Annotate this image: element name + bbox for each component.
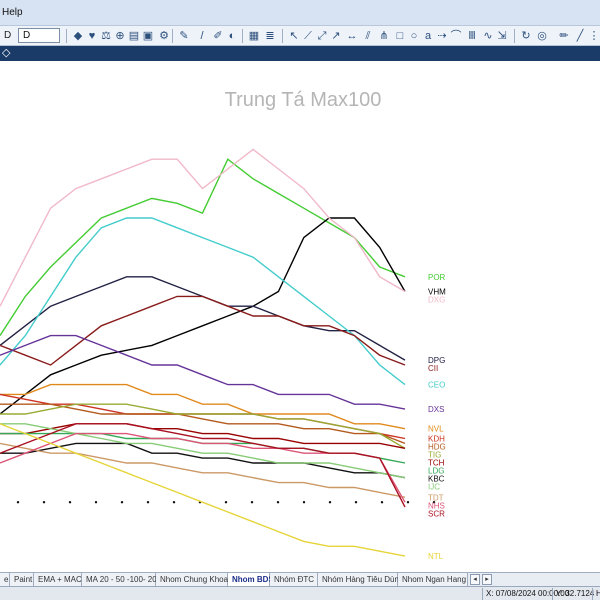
extended-line-icon[interactable]: ↗ — [330, 30, 342, 42]
refresh-icon[interactable]: ↻ — [520, 30, 532, 42]
target-icon[interactable]: ◎ — [536, 30, 548, 42]
ray-icon[interactable]: ⤢ — [316, 30, 328, 42]
series-label-ntl: NTL — [428, 552, 444, 561]
ellipse-icon[interactable]: ○ — [408, 30, 420, 42]
tab-scroll-left-icon[interactable]: ◂ — [470, 574, 480, 585]
magnet-icon[interactable]: ◐ — [226, 30, 238, 42]
toolbar-separator — [514, 29, 515, 43]
tab-nh-m-tc[interactable]: Nhóm ĐTC — [270, 573, 318, 586]
dot-marker — [94, 501, 98, 504]
menubar: Help — [0, 0, 600, 26]
dot-marker — [16, 501, 20, 504]
chart-area[interactable]: Trung Tá Max100 POR VHM DXG DPG CII CEO DXS NVL K… — [0, 61, 600, 572]
grid-icon[interactable]: ▦ — [248, 30, 260, 42]
tab-e[interactable]: e — [0, 573, 10, 586]
tab-nh-m-h-ng-ti-u-d-ng[interactable]: Nhóm Hàng Tiêu Dùng — [318, 573, 403, 586]
statusbar: X: 07/08/2024 00:00:00 Y: 32.7124 H — [0, 586, 600, 600]
fibonacci-icon[interactable]: Ⅲ — [466, 30, 478, 42]
menu-help[interactable]: Help — [0, 7, 23, 18]
dot-marker — [250, 501, 254, 504]
dot-marker — [68, 501, 72, 504]
series-label-por: POR — [428, 273, 446, 282]
tab-ema-macd[interactable]: EMA + MACD — [34, 573, 88, 586]
text-tool-icon[interactable]: a — [422, 30, 434, 42]
heart-icon[interactable]: ♥ — [86, 30, 98, 42]
dot-marker — [172, 501, 176, 504]
arc-icon[interactable]: ⌒ — [450, 30, 462, 42]
tab-nhom-bds[interactable]: Nhom BDS — [228, 573, 274, 586]
series-line-hdg[interactable] — [0, 403, 406, 445]
series-line-dxg[interactable] — [0, 148, 406, 307]
toolbar-separator — [282, 29, 283, 43]
series-label-dxg: DXG — [428, 296, 445, 305]
sheet-tabs: e Paint EMA + MACD MA 20 - 50 -100- 200 Nhom… — [0, 572, 600, 586]
trendline-icon[interactable]: ⟋ — [302, 30, 314, 42]
series-line-tch[interactable] — [0, 423, 406, 449]
series-label-dxs: DXS — [428, 405, 444, 414]
toolbar-separator — [66, 29, 67, 43]
draw-pencil-icon[interactable]: ✏ — [558, 30, 570, 42]
dot-marker — [380, 501, 384, 504]
cursor-icon[interactable]: ↖ — [288, 30, 300, 42]
series-line-dxs[interactable] — [0, 334, 406, 410]
chart-header-bar: ◇ — [0, 46, 600, 61]
parallel-channel-icon[interactable]: ⫽ — [362, 30, 374, 42]
measure-icon[interactable]: ⇲ — [496, 30, 508, 42]
dot-marker — [276, 501, 280, 504]
dot-marker — [328, 501, 332, 504]
settings-icon[interactable]: ⚙ — [158, 30, 170, 42]
app-window: Help D D ◆ ♥ ⚖ ⊕ ▤ ▣ ⚙ ✎ / ✐ ◐ ▦ ≣ ↖ ⟋ ⤢… — [0, 0, 600, 600]
status-y: Y: 32.7124 — [552, 588, 597, 600]
dot-marker — [354, 501, 358, 504]
dot-marker — [120, 501, 124, 504]
chart-svg[interactable]: Trung Tá Max100PORVHMDXGDPGCIICEODXSNVLK… — [0, 61, 600, 572]
series-line-dpg[interactable] — [0, 276, 406, 361]
horizontal-line-icon[interactable]: ↔ — [346, 30, 358, 42]
drawing-toolbar: D D ◆ ♥ ⚖ ⊕ ▤ ▣ ⚙ ✎ / ✐ ◐ ▦ ≣ ↖ ⟋ ⤢ ↗ ↔ … — [0, 26, 600, 46]
series-line-por[interactable] — [0, 158, 406, 336]
toolbar-separator — [242, 29, 243, 43]
tab-scroll-right-icon[interactable]: ▸ — [482, 574, 492, 585]
series-label-cii: CII — [428, 364, 438, 373]
indicator-icon[interactable]: ◆ — [72, 30, 84, 42]
print-icon[interactable]: ▤ — [128, 30, 140, 42]
pen-color-icon[interactable]: ✎ — [178, 30, 190, 42]
dot-marker — [146, 501, 150, 504]
series-line-ceo[interactable] — [0, 217, 406, 386]
toolbar-label: D — [4, 30, 12, 41]
more-icon[interactable]: ⋮ — [588, 30, 600, 42]
diamond-icon[interactable]: ◇ — [2, 46, 10, 61]
series-label-nvl: NVL — [428, 425, 444, 434]
dot-marker — [302, 501, 306, 504]
tab-ma-20-50-100-200[interactable]: MA 20 - 50 -100- 200 — [82, 573, 161, 586]
brush-icon[interactable]: ✐ — [212, 30, 224, 42]
tab-paint[interactable]: Paint — [10, 573, 34, 586]
wave-icon[interactable]: ∿ — [482, 30, 494, 42]
rectangle-icon[interactable]: □ — [394, 30, 406, 42]
series-label-ceo: CEO — [428, 381, 445, 390]
pitchfork-icon[interactable]: ⋔ — [378, 30, 390, 42]
zoom-icon[interactable]: ⊕ — [114, 30, 126, 42]
save-icon[interactable]: ▣ — [142, 30, 154, 42]
dot-marker — [406, 501, 410, 504]
toolbar-separator — [172, 29, 173, 43]
status-extra: H — [592, 588, 600, 600]
layers-icon[interactable]: ≣ — [264, 30, 276, 42]
arrow-icon[interactable]: ⇢ — [436, 30, 448, 42]
line-tool-icon[interactable]: ╱ — [574, 30, 586, 42]
tab-nhom-chung-khoan[interactable]: Nhom Chung Khoan — [156, 573, 233, 586]
tab-nhom-ngan-hang[interactable]: Nhom Ngan Hang — [398, 573, 468, 586]
dot-marker — [224, 501, 228, 504]
series-label-ijc: IJC — [428, 483, 440, 492]
interval-select[interactable]: D — [18, 28, 60, 43]
scale-icon[interactable]: ⚖ — [100, 30, 112, 42]
chart-title: Trung Tá Max100 — [225, 89, 382, 111]
dot-marker — [42, 501, 46, 504]
series-label-scr: SCR — [428, 509, 445, 518]
line-weight-icon[interactable]: / — [196, 30, 208, 42]
